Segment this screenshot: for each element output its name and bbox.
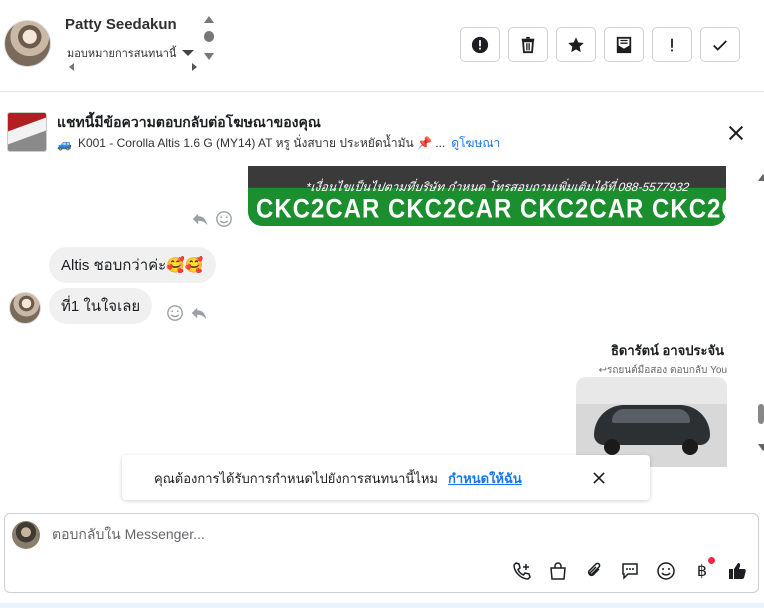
view-ad-link[interactable]: ดูโฆษณา <box>451 134 500 153</box>
shopping-bag-icon <box>550 562 566 580</box>
scroll-left-icon[interactable] <box>69 63 74 71</box>
contact-avatar-small[interactable] <box>9 292 41 324</box>
scroll-down-icon[interactable] <box>204 53 214 60</box>
paperclip-icon <box>587 562 601 577</box>
conversation-header: Patty Seedakun มอบหมายการสนทนานี้ <box>0 0 764 92</box>
archive-icon <box>616 36 632 53</box>
message-text: ที่1 ในใจเลย <box>61 298 141 315</box>
contact-name[interactable]: Patty Seedakun <box>65 16 177 33</box>
close-icon[interactable] <box>728 125 744 141</box>
assign-label: มอบหมายการสนทนานี้ <box>67 48 177 60</box>
ad-reply-banner: แชทนี้มีข้อความตอบกลับต่อโฆษณาของคุณ 🚙 K… <box>0 103 764 165</box>
phone-plus-icon <box>513 562 531 580</box>
exclamation-icon <box>671 38 673 51</box>
ad-thumbnail[interactable] <box>7 112 47 152</box>
star-button[interactable] <box>556 27 596 62</box>
scroll-thumb[interactable] <box>758 404 764 424</box>
truck-icon: 🚙 <box>57 136 72 151</box>
reply-note: ↩รถยนต์มือสอง ตอบกลับ You <box>599 363 727 378</box>
image-brand-text: CKC2CAR CKC2CAR CKC2CAR CKC2CAR CKC2CAR … <box>256 194 726 225</box>
reply-note-text: รถยนต์มือสอง ตอบกลับ You <box>606 365 727 376</box>
reply-icon[interactable] <box>191 210 209 228</box>
close-icon[interactable] <box>593 472 606 485</box>
scroll-down-icon[interactable] <box>758 444 764 451</box>
call-button[interactable] <box>511 560 533 582</box>
star-icon <box>568 36 584 52</box>
notification-dot <box>708 557 715 564</box>
thumbs-up-icon <box>729 563 746 579</box>
scroll-thumb[interactable] <box>204 31 214 42</box>
trash-icon <box>521 36 535 53</box>
message-composer: ฿ <box>4 513 759 593</box>
saved-replies-button[interactable] <box>619 560 641 582</box>
emoji-icon[interactable] <box>215 210 233 228</box>
page-avatar <box>12 521 40 549</box>
reply-icon[interactable] <box>190 304 208 322</box>
message-actions <box>191 210 233 228</box>
reply-input[interactable] <box>52 526 652 542</box>
chevron-down-icon <box>182 50 195 56</box>
horizontal-scrollbar[interactable] <box>67 62 199 72</box>
car-wheel <box>604 439 620 455</box>
scroll-up-icon[interactable] <box>758 174 764 181</box>
image-message[interactable]: *เงื่อนไขเป็นไปตามที่บริษัท กำหนด โทรสอบ… <box>248 166 726 226</box>
emoji-button[interactable] <box>655 560 677 582</box>
archive-button[interactable] <box>604 27 644 62</box>
ad-banner-subtitle: 🚙 K001 - Corolla Altis 1.6 G (MY14) AT ห… <box>57 134 500 153</box>
reply-arrow-icon: ↩ <box>598 365 607 376</box>
shop-button[interactable] <box>547 560 569 582</box>
car-image-message[interactable] <box>576 377 727 467</box>
like-button[interactable] <box>727 560 749 582</box>
scroll-right-icon[interactable] <box>192 63 197 71</box>
attach-button[interactable] <box>583 560 605 582</box>
contact-avatar[interactable] <box>4 20 51 67</box>
emoji-icon[interactable] <box>166 304 184 322</box>
baht-icon: ฿ <box>696 563 708 580</box>
important-button[interactable] <box>652 27 692 62</box>
assign-conversation-dropdown[interactable]: มอบหมายการสนทนานี้ <box>67 44 195 62</box>
alert-circle-icon <box>471 36 489 53</box>
ad-banner-title: แชทนี้มีข้อความตอบกลับต่อโฆษณาของคุณ <box>57 114 321 130</box>
delete-button[interactable] <box>508 27 548 62</box>
checkmark-icon <box>713 39 727 51</box>
done-button[interactable] <box>700 27 740 62</box>
message-bubble[interactable]: ที่1 ในใจเลย <box>49 288 153 324</box>
report-button[interactable] <box>460 27 500 62</box>
message-bubble[interactable]: Altis ชอบกว่าค่ะ🥰🥰 <box>49 247 216 283</box>
message-text: Altis ชอบกว่าค่ะ🥰🥰 <box>61 257 204 274</box>
chat-bubble-icon <box>622 563 638 580</box>
assign-to-me-link[interactable]: กำหนดให้ฉัน <box>448 468 522 489</box>
scroll-up-icon[interactable] <box>204 16 214 23</box>
emoji-icon <box>657 562 675 580</box>
sender-name: ธิดารัตน์ อาจประจัน <box>610 343 724 358</box>
vertical-scrollbar[interactable] <box>203 16 215 60</box>
assign-prompt-text: คุณต้องการได้รับการกำหนดไปยังการสนทนานี้… <box>154 471 438 486</box>
window-bottom-edge <box>0 603 764 608</box>
car-window <box>612 409 690 423</box>
assign-prompt: คุณต้องการได้รับการกำหนดไปยังการสนทนานี้… <box>122 455 650 500</box>
message-actions <box>166 304 208 322</box>
car-wheel <box>682 439 698 455</box>
ad-description: K001 - Corolla Altis 1.6 G (MY14) AT หรู… <box>77 136 446 150</box>
